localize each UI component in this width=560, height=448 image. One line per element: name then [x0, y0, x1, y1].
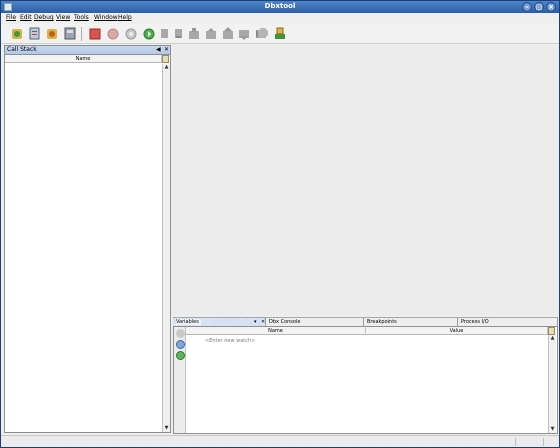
app-window: Dbxtool – □ × File Edit Debug View Tools…	[0, 0, 560, 448]
variables-scroll-up-icon[interactable]: ▲	[549, 335, 556, 342]
stop-icon[interactable]	[89, 27, 101, 40]
call-stack-title: Call Stack	[7, 46, 37, 53]
scroll-down-icon[interactable]: ▼	[163, 425, 170, 432]
toolbar	[1, 24, 559, 44]
breakpoint-icon[interactable]	[257, 27, 269, 40]
variables-panel: Name Value <Enter new watch> ▲ ▼	[173, 326, 558, 434]
scroll-up-icon[interactable]: ▲	[163, 64, 170, 71]
tab-dbx-console-label: Dbx Console	[269, 319, 301, 325]
continue-icon[interactable]	[143, 27, 155, 40]
restart-icon[interactable]	[125, 27, 137, 40]
menu-window[interactable]: Window	[94, 14, 118, 21]
column-chooser-icon[interactable]	[162, 55, 169, 63]
session-icon[interactable]	[64, 27, 76, 40]
tab-variables-label: Variables	[176, 319, 201, 325]
run-to-cursor-icon[interactable]	[205, 27, 217, 40]
run-debug-icon[interactable]	[11, 27, 23, 40]
pause-icon[interactable]	[107, 27, 119, 40]
close-panel-icon[interactable]: ✕	[164, 46, 169, 54]
status-separator	[515, 438, 516, 446]
variables-scroll-down-icon[interactable]: ▼	[549, 426, 556, 433]
variables-column-name[interactable]: Name	[186, 327, 366, 335]
tab-process-io-label: Process I/O	[461, 319, 489, 325]
maximize-button[interactable]: □	[534, 2, 544, 12]
pin-panel-icon[interactable]: ◀	[156, 46, 161, 54]
terminate-icon[interactable]	[274, 27, 286, 40]
new-watch-entry[interactable]: <Enter new watch>	[205, 338, 255, 344]
menu-file[interactable]: File	[6, 14, 16, 21]
menu-debug[interactable]: Debug	[34, 14, 54, 21]
refresh-icon[interactable]	[176, 351, 185, 360]
menu-view[interactable]: View	[56, 14, 70, 21]
window-title: Dbxtool	[264, 2, 296, 10]
core-icon[interactable]	[46, 27, 58, 40]
menu-bar: File Edit Debug View Tools Window Help	[1, 13, 559, 23]
call-stack-panel: Call Stack ◀ ✕ Name ▲ ▼	[4, 45, 171, 433]
tab-close-icon[interactable]: ✕	[261, 318, 265, 326]
tab-breakpoints-label: Breakpoints	[367, 319, 397, 325]
variables-scrollbar[interactable]: ▲ ▼	[548, 335, 556, 433]
call-stack-column-name[interactable]: Name	[5, 55, 162, 63]
toolbar-separator	[81, 27, 82, 41]
back-icon[interactable]	[176, 329, 185, 338]
close-window-button[interactable]: ×	[546, 2, 556, 12]
call-stack-header[interactable]: Call Stack ◀ ✕	[5, 46, 170, 55]
editor-area[interactable]	[173, 45, 558, 315]
status-separator	[543, 438, 544, 446]
down-icon[interactable]	[238, 27, 250, 40]
step-over-icon[interactable]	[159, 27, 171, 40]
status-bar	[1, 435, 559, 447]
minimize-button[interactable]: –	[522, 2, 532, 12]
attach-icon[interactable]	[29, 27, 41, 40]
menu-tools[interactable]: Tools	[74, 14, 89, 21]
up-icon[interactable]	[222, 27, 234, 40]
tab-menu-icon[interactable]: ▾	[254, 318, 257, 326]
output-tab-bar: Variables ▾ ✕ Dbx Console Breakpoints Pr…	[173, 317, 558, 327]
title-bar[interactable]: Dbxtool – □ ×	[1, 1, 559, 13]
call-stack-scrollbar[interactable]: ▲ ▼	[162, 64, 170, 432]
variables-column-chooser-icon[interactable]	[548, 327, 555, 335]
step-into-icon[interactable]	[173, 27, 185, 40]
variables-toolbar	[174, 327, 186, 433]
new-watch-icon[interactable]	[176, 340, 185, 349]
menu-help[interactable]: Help	[118, 14, 132, 21]
variables-column-value[interactable]: Value	[366, 327, 548, 335]
menu-edit[interactable]: Edit	[20, 14, 32, 21]
step-out-icon[interactable]	[188, 27, 200, 40]
